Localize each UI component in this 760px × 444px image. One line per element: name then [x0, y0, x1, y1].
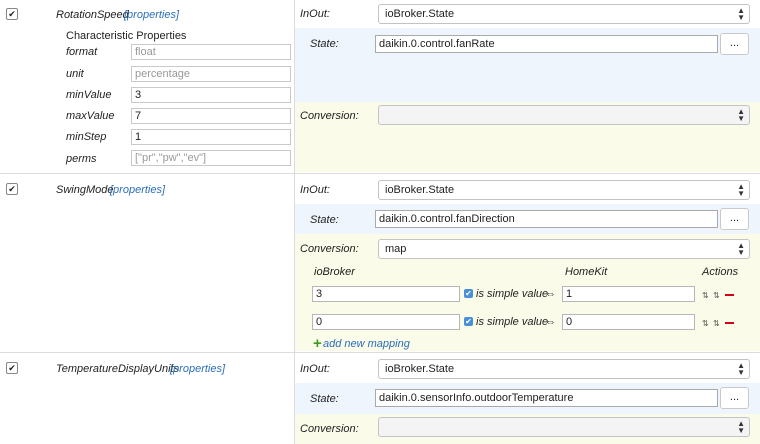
conversion-select-value: map — [385, 243, 407, 255]
enable-checkbox[interactable]: ✔ — [6, 8, 18, 20]
mapping-iobroker-input[interactable]: 0 — [312, 314, 460, 330]
characteristic-right-panel: InOut: ioBroker.State ▲ ▼ State: daikin.0… — [295, 174, 760, 352]
enable-checkbox[interactable]: ✔ — [6, 183, 18, 195]
sort-down-icon[interactable]: ⇅ — [713, 319, 720, 328]
simple-value-checkbox[interactable]: ✔ — [464, 289, 473, 298]
mapping-col-homekit: HomeKit — [565, 266, 608, 278]
mapping-col-actions: Actions — [702, 266, 739, 278]
mapping-iobroker-input[interactable]: 3 — [312, 286, 460, 302]
state-input[interactable]: daikin.0.sensorInfo.outdoorTemperature — [375, 389, 718, 407]
characteristic-right-panel: InOut: ioBroker.State ▲ ▼ State: daikin.0… — [295, 353, 760, 444]
select-arrows-icon: ▲ ▼ — [737, 419, 745, 435]
inout-select-value: ioBroker.State — [385, 363, 455, 375]
state-input[interactable]: daikin.0.control.fanDirection — [375, 210, 718, 228]
bidirectional-arrow-icon: ⇔ — [545, 316, 556, 328]
prop-input-maxvalue[interactable]: 7 — [131, 108, 291, 124]
add-mapping-plus-icon[interactable]: + — [313, 335, 322, 352]
prop-input-minstep[interactable]: 1 — [131, 129, 291, 145]
prop-input-minvalue[interactable]: 3 — [131, 87, 291, 103]
characteristic-properties-title: Characteristic Properties — [66, 30, 187, 42]
properties-link[interactable]: [properties] — [124, 9, 179, 21]
remove-mapping-icon[interactable] — [725, 294, 734, 296]
conversion-select[interactable]: ▲ ▼ — [378, 417, 750, 437]
characteristic-left-panel: ✔ SwingMode [properties] — [0, 174, 295, 352]
characteristic-row-temperaturedisplayunits: ✔ TemperatureDisplayUnits [properties] I… — [0, 353, 760, 444]
characteristic-left-panel: ✔ TemperatureDisplayUnits [properties] — [0, 353, 295, 444]
inout-select[interactable]: ioBroker.State ▲ ▼ — [378, 4, 750, 24]
state-browse-button[interactable]: ... — [720, 33, 749, 55]
conversion-select[interactable]: ▲ ▼ — [378, 105, 750, 125]
sort-up-icon[interactable]: ⇅ — [702, 291, 709, 300]
state-section: State: daikin.0.control.fanRate ... — [295, 28, 760, 102]
inout-select[interactable]: ioBroker.State ▲ ▼ — [378, 180, 750, 200]
remove-mapping-icon[interactable] — [725, 322, 734, 324]
select-arrows-icon: ▲ ▼ — [737, 361, 745, 377]
prop-input-format[interactable]: float — [131, 44, 291, 60]
select-arrows-icon: ▲ ▼ — [737, 241, 745, 257]
characteristic-left-panel: ✔ RotationSpeed [properties] Characteris… — [0, 0, 295, 173]
state-input[interactable]: daikin.0.control.fanRate — [375, 35, 718, 53]
inout-label: InOut: — [300, 8, 330, 20]
conversion-label: Conversion: — [300, 110, 359, 122]
conversion-label: Conversion: — [300, 423, 359, 435]
properties-link[interactable]: [properties] — [110, 184, 165, 196]
state-label: State: — [310, 38, 339, 50]
prop-label-format: format — [66, 46, 98, 58]
simple-value-label: is simple value — [476, 288, 549, 300]
conversion-section: Conversion: ▲ ▼ — [295, 414, 760, 444]
state-label: State: — [310, 393, 339, 405]
conversion-label: Conversion: — [300, 243, 359, 255]
simple-value-label: is simple value — [476, 316, 549, 328]
inout-select-value: ioBroker.State — [385, 8, 455, 20]
select-arrows-icon: ▲ ▼ — [737, 107, 745, 123]
state-label: State: — [310, 214, 339, 226]
properties-link[interactable]: [properties] — [170, 363, 225, 375]
bidirectional-arrow-icon: ⇔ — [545, 288, 556, 300]
characteristic-right-panel: InOut: ioBroker.State ▲ ▼ State: daikin.0… — [295, 0, 760, 173]
inout-label: InOut: — [300, 363, 330, 375]
state-section: State: daikin.0.control.fanDirection ... — [295, 204, 760, 234]
mapping-homekit-input[interactable]: 1 — [562, 286, 695, 302]
state-section: State: daikin.0.sensorInfo.outdoorTemper… — [295, 383, 760, 414]
select-arrows-icon: ▲ ▼ — [737, 182, 745, 198]
prop-input-perms[interactable]: ["pr","pw","ev"] — [131, 150, 291, 166]
characteristic-row-swingmode: ✔ SwingMode [properties] InOut: ioBroker… — [0, 174, 760, 353]
conversion-select[interactable]: map ▲ ▼ — [378, 239, 750, 259]
conversion-section: Conversion: ▲ ▼ — [295, 102, 760, 172]
sort-up-icon[interactable]: ⇅ — [702, 319, 709, 328]
prop-label-minstep: minStep — [66, 131, 107, 143]
select-arrows-icon: ▲ ▼ — [737, 6, 745, 22]
add-mapping-link[interactable]: add new mapping — [323, 338, 410, 350]
sort-down-icon[interactable]: ⇅ — [713, 291, 720, 300]
enable-checkbox[interactable]: ✔ — [6, 362, 18, 374]
characteristic-name: SwingMode — [56, 184, 114, 196]
conversion-section: Conversion: map ▲ ▼ ioBroker HomeKit Acti… — [295, 234, 760, 352]
inout-select[interactable]: ioBroker.State ▲ ▼ — [378, 359, 750, 379]
simple-value-checkbox[interactable]: ✔ — [464, 317, 473, 326]
characteristic-row-rotationspeed: ✔ RotationSpeed [properties] Characteris… — [0, 0, 760, 174]
characteristic-name: TemperatureDisplayUnits — [56, 363, 180, 375]
mapping-col-iobroker: ioBroker — [314, 266, 355, 278]
mapping-homekit-input[interactable]: 0 — [562, 314, 695, 330]
prop-input-unit[interactable]: percentage — [131, 66, 291, 82]
prop-label-unit: unit — [66, 68, 84, 80]
prop-label-perms: perms — [66, 153, 97, 165]
characteristic-name: RotationSpeed — [56, 9, 129, 21]
state-browse-button[interactable]: ... — [720, 208, 749, 230]
prop-label-maxvalue: maxValue — [66, 110, 115, 122]
prop-label-minvalue: minValue — [66, 89, 112, 101]
inout-label: InOut: — [300, 184, 330, 196]
inout-select-value: ioBroker.State — [385, 184, 455, 196]
state-browse-button[interactable]: ... — [720, 387, 749, 409]
